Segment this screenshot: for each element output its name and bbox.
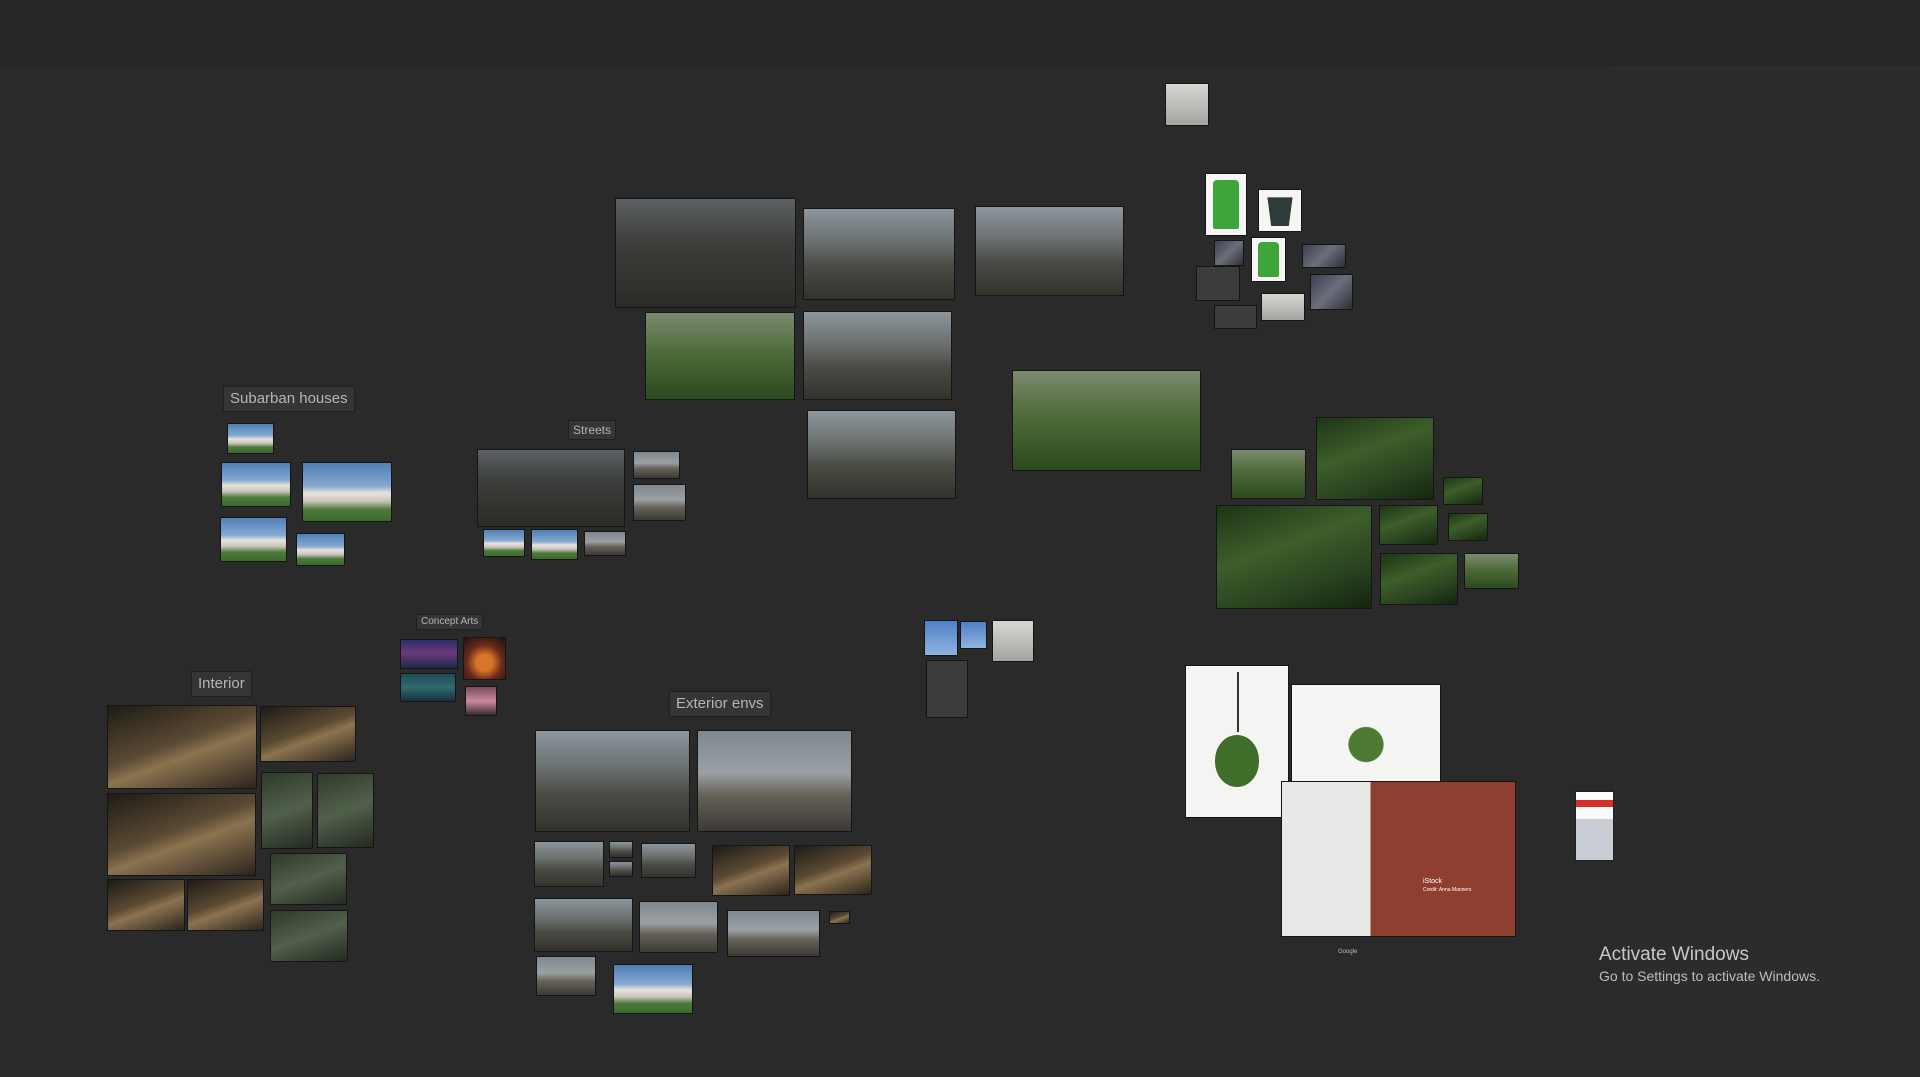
reference-image-bin-photo-4[interactable]	[1196, 266, 1240, 301]
reference-image-forest-5[interactable]	[1379, 505, 1438, 545]
reference-image-bin-photo-7[interactable]	[1261, 293, 1305, 321]
reference-image-exterior-2[interactable]	[697, 730, 852, 832]
reference-image-forest-7[interactable]	[1380, 553, 1458, 605]
reference-image-house-porch[interactable]	[975, 206, 1124, 296]
group-label-interior[interactable]: Interior	[191, 671, 252, 697]
group-label-exterior-envs[interactable]: Exterior envs	[669, 691, 771, 717]
reference-image-aerial-street[interactable]	[807, 410, 956, 499]
reference-image-overgrown-yard[interactable]	[645, 312, 795, 400]
reference-image-exterior-7[interactable]	[712, 845, 790, 896]
reference-image-hanging-plant-1[interactable]	[1185, 665, 1289, 818]
reference-image-interior-7[interactable]	[187, 879, 264, 931]
watermark-title: Activate Windows	[1599, 944, 1749, 965]
reference-image-interior-5[interactable]	[317, 773, 374, 848]
trash-bin-icon	[1257, 242, 1280, 277]
reference-image-white-picket-fence[interactable]	[1012, 370, 1201, 471]
reference-image-interior-6[interactable]	[107, 879, 185, 931]
reference-image-forest-2[interactable]	[1316, 417, 1434, 500]
activate-windows-watermark: Activate Windows Go to Settings to activ…	[1599, 944, 1820, 985]
reference-image-bin-photo-1[interactable]	[1214, 240, 1244, 266]
top-bar	[0, 0, 1920, 66]
reference-image-power-pole-3[interactable]	[992, 620, 1034, 662]
reference-image-forest-8[interactable]	[1464, 553, 1519, 589]
plant-icon	[1214, 735, 1260, 787]
reference-image-street-3[interactable]	[633, 484, 686, 521]
reference-image-exterior-14[interactable]	[613, 964, 693, 1014]
reference-image-power-pole-4[interactable]	[926, 660, 968, 718]
reference-image-street-6[interactable]	[584, 531, 626, 556]
reference-image-exterior-10[interactable]	[639, 901, 718, 953]
istock-credit: Credit: Anna Manners	[1423, 887, 1472, 893]
reference-image-concept-art-1[interactable]	[400, 639, 458, 669]
reference-image-bin-photo-6[interactable]	[1214, 305, 1257, 329]
reference-image-suburban-house-5[interactable]	[296, 533, 345, 566]
reference-image-exterior-8[interactable]	[794, 845, 872, 895]
reference-image-aerial-houses[interactable]	[803, 311, 952, 400]
reference-image-search-screenshot[interactable]	[1575, 791, 1614, 861]
reference-image-street-5[interactable]	[531, 529, 578, 560]
reference-image-forest-4[interactable]	[1216, 505, 1372, 609]
reference-image-street-2[interactable]	[633, 451, 680, 479]
reference-image-street-4[interactable]	[483, 529, 525, 557]
reference-image-bin-photo-2[interactable]	[1251, 237, 1286, 282]
reference-image-exterior-5[interactable]	[609, 861, 633, 877]
reference-image-hanging-plant-2[interactable]	[1291, 684, 1441, 782]
reference-image-forest-6[interactable]	[1448, 513, 1488, 541]
trash-bin-icon	[1267, 197, 1293, 227]
watermark-subtitle: Go to Settings to activate Windows.	[1599, 967, 1820, 984]
right-side-panel	[1614, 66, 1920, 1077]
reference-image-flooded-street[interactable]	[615, 198, 796, 308]
reference-image-hanging-plant-istock[interactable]: iStock Credit: Anna Manners	[1281, 781, 1516, 937]
reference-image-concept-art-3[interactable]	[400, 673, 456, 702]
reference-image-forest-1[interactable]	[1231, 449, 1306, 499]
reference-image-bin-photo-3[interactable]	[1302, 244, 1346, 268]
reference-image-exterior-1[interactable]	[535, 730, 690, 832]
reference-image-interior-8[interactable]	[270, 853, 347, 905]
reference-image-concept-art-4[interactable]	[465, 686, 497, 716]
reference-image-exterior-9[interactable]	[534, 898, 633, 952]
reference-image-black-bin[interactable]	[1258, 189, 1302, 232]
reference-image-interior-1[interactable]	[107, 705, 257, 789]
reference-image-exterior-3[interactable]	[534, 841, 604, 887]
istock-caption: iStock	[1423, 878, 1443, 885]
trash-bin-icon	[1213, 180, 1239, 229]
reference-image-suburban-house-1[interactable]	[227, 423, 274, 454]
reference-image-forest-3[interactable]	[1443, 477, 1483, 505]
reference-image-exterior-12[interactable]	[829, 911, 850, 924]
reference-image-green-bin[interactable]	[1205, 173, 1247, 236]
reference-image-suburban-house-2[interactable]	[221, 462, 291, 507]
reference-image-suburban-house-4[interactable]	[220, 517, 287, 562]
power-line-image[interactable]	[1165, 83, 1209, 126]
google-small-label: Google	[1338, 949, 1358, 955]
reference-image-bin-photo-5[interactable]	[1310, 274, 1353, 310]
reference-image-interior-3[interactable]	[107, 793, 256, 876]
reference-image-street-main[interactable]	[477, 449, 625, 527]
reference-image-exterior-13[interactable]	[536, 956, 596, 996]
reference-image-interior-9[interactable]	[270, 910, 348, 962]
reference-image-suburban-house-3[interactable]	[302, 462, 392, 522]
reference-image-interior-2[interactable]	[260, 706, 356, 762]
reference-image-concept-art-2[interactable]	[463, 637, 506, 680]
reference-image-interior-4[interactable]	[261, 772, 313, 849]
reference-image-exterior-6[interactable]	[641, 843, 696, 878]
reference-image-power-pole-1[interactable]	[924, 620, 958, 656]
group-label-concept-arts[interactable]: Concept Arts	[416, 614, 484, 630]
group-label-subarban-houses[interactable]: Subarban houses	[223, 386, 355, 412]
group-label-streets[interactable]: Streets	[568, 420, 617, 441]
reference-image-exterior-4[interactable]	[609, 841, 633, 858]
hook-icon	[1237, 672, 1239, 733]
reference-image-town-street[interactable]	[803, 208, 955, 300]
reference-image-power-pole-2[interactable]	[960, 621, 987, 649]
reference-image-exterior-11[interactable]	[727, 910, 820, 957]
